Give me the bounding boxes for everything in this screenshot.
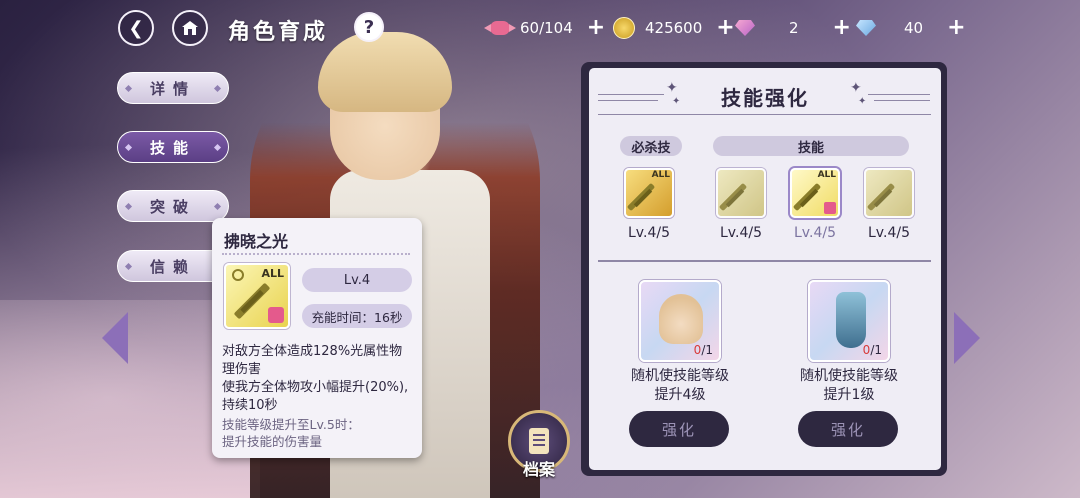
- title-deco-line-right: [868, 94, 930, 95]
- item-1-required: /1: [701, 343, 713, 357]
- home-icon: [182, 21, 198, 35]
- item-2-description-line: 提升1级: [823, 387, 875, 403]
- home-button[interactable]: [172, 10, 208, 46]
- item-1-description-line: 随机使技能等级: [631, 368, 729, 384]
- pink-gem-value: 2: [789, 19, 799, 37]
- vase-icon: [836, 292, 866, 348]
- skill-book-item-1[interactable]: 0/1: [639, 280, 721, 362]
- skill-slot-3[interactable]: [864, 168, 914, 218]
- item-1-description-line: 提升4级: [654, 387, 706, 403]
- ultimate-level: Lv.4/5: [628, 225, 670, 241]
- nav-skills[interactable]: 技能: [117, 131, 229, 163]
- title-deco-line-left-2: [598, 100, 658, 101]
- candy-icon: [484, 21, 516, 35]
- enhance-button-2[interactable]: 强化: [798, 411, 898, 447]
- blue-gem-add-button[interactable]: +: [947, 17, 965, 39]
- tooltip-upgrade-note: 技能等级提升至Lv.5时： 提升技能的伤害量: [222, 416, 414, 450]
- title-deco-line-right-2: [874, 100, 930, 101]
- skill-slot-1[interactable]: [716, 168, 766, 218]
- sparkle-icon-right-small: ✦: [858, 96, 867, 107]
- item-1-count: 0/1: [694, 343, 713, 357]
- back-button[interactable]: ❮: [118, 10, 154, 46]
- top-bar: ❮ 角色育成 ? 60/104 + 425600 + 2 + 40 +: [0, 0, 1080, 56]
- next-character-arrow[interactable]: [954, 312, 980, 364]
- pink-gem-icon: [735, 20, 755, 36]
- tooltip-upgrade-note-line: 技能等级提升至Lv.5时：: [222, 417, 360, 432]
- tooltip-divider: [222, 253, 410, 255]
- all-badge: ALL: [651, 170, 670, 180]
- ultimate-section-label: 必杀技: [620, 136, 682, 156]
- skill-1-level: Lv.4/5: [720, 225, 762, 241]
- all-badge: ALL: [261, 267, 284, 280]
- tooltip-upgrade-note-line: 提升技能的伤害量: [222, 434, 323, 449]
- skill-tooltip: 拂晓之光 ALL Lv.4 充能时间：16秒 对敌方全体造成128%光属性物理伤…: [212, 218, 422, 458]
- panel-divider: [598, 260, 931, 262]
- tooltip-description-line: 使我方全体物攻小幅提升(20%),持续10秒: [222, 380, 409, 413]
- all-badge: ALL: [817, 170, 836, 180]
- ultimate-skill-slot[interactable]: ALL: [624, 168, 674, 218]
- physical-type-icon: [824, 202, 836, 214]
- blue-gem-icon: [856, 20, 876, 36]
- title-deco-line-left: [598, 94, 664, 95]
- sparkle-icon-left-small: ✦: [672, 96, 681, 107]
- skills-section-label: 技能: [713, 136, 909, 156]
- skill-2-level: Lv.4/5: [794, 225, 836, 241]
- physical-type-icon: [268, 307, 284, 323]
- help-button[interactable]: ?: [354, 12, 384, 42]
- skill-slot-2-selected[interactable]: ALL: [790, 168, 840, 218]
- nav-details[interactable]: 详情: [117, 72, 229, 104]
- enhance-button-1[interactable]: 强化: [629, 411, 729, 447]
- item-2-description-line: 随机使技能等级: [800, 368, 898, 384]
- coin-add-button[interactable]: +: [716, 17, 734, 39]
- tooltip-title: 拂晓之光: [224, 232, 289, 251]
- crosshair-icon: [232, 269, 244, 281]
- blue-gem-resource: 40 +: [856, 14, 966, 42]
- pink-gem-resource: 2 +: [735, 14, 851, 42]
- skill-3-level: Lv.4/5: [868, 225, 910, 241]
- blue-gem-value: 40: [904, 19, 924, 37]
- sparkle-icon-left: ✦: [666, 80, 678, 96]
- coin-icon: [613, 17, 635, 39]
- skill-book-item-2[interactable]: 0/1: [808, 280, 890, 362]
- tooltip-description-line: 对敌方全体造成128%光属性物理伤害: [222, 344, 403, 377]
- title-underline: [598, 114, 931, 115]
- candy-resource: 60/104 +: [484, 14, 605, 42]
- item-2-count: 0/1: [863, 343, 882, 357]
- page-title: 角色育成: [228, 20, 329, 45]
- tooltip-skill-icon: ALL: [224, 263, 290, 329]
- pink-gem-add-button[interactable]: +: [833, 17, 851, 39]
- nav-breakthrough[interactable]: 突破: [117, 190, 229, 222]
- tooltip-description: 对敌方全体造成128%光属性物理伤害 使我方全体物攻小幅提升(20%),持续10秒: [222, 343, 414, 415]
- sword-hilt: [240, 289, 264, 314]
- coin-resource: 425600 +: [613, 14, 735, 42]
- candy-value: 60/104: [520, 19, 573, 37]
- coin-value: 425600: [645, 19, 703, 37]
- character-portrait-icon: [659, 294, 703, 344]
- item-2-description: 随机使技能等级 提升1级: [779, 367, 919, 405]
- panel-title: 技能强化: [721, 86, 809, 110]
- tooltip-charge-time: 充能时间：16秒: [302, 304, 412, 328]
- item-2-required: /1: [870, 343, 882, 357]
- question-icon: ?: [363, 16, 375, 38]
- skill-panel: [589, 68, 941, 470]
- back-arrow-icon: ❮: [128, 17, 144, 39]
- sparkle-icon-right: ✦: [850, 80, 862, 96]
- candy-add-button[interactable]: +: [587, 17, 605, 39]
- tooltip-level: Lv.4: [302, 268, 412, 292]
- document-icon: [529, 428, 549, 454]
- archive-label: 档案: [522, 460, 555, 479]
- item-1-description: 随机使技能等级 提升4级: [610, 367, 750, 405]
- prev-character-arrow[interactable]: [102, 312, 128, 364]
